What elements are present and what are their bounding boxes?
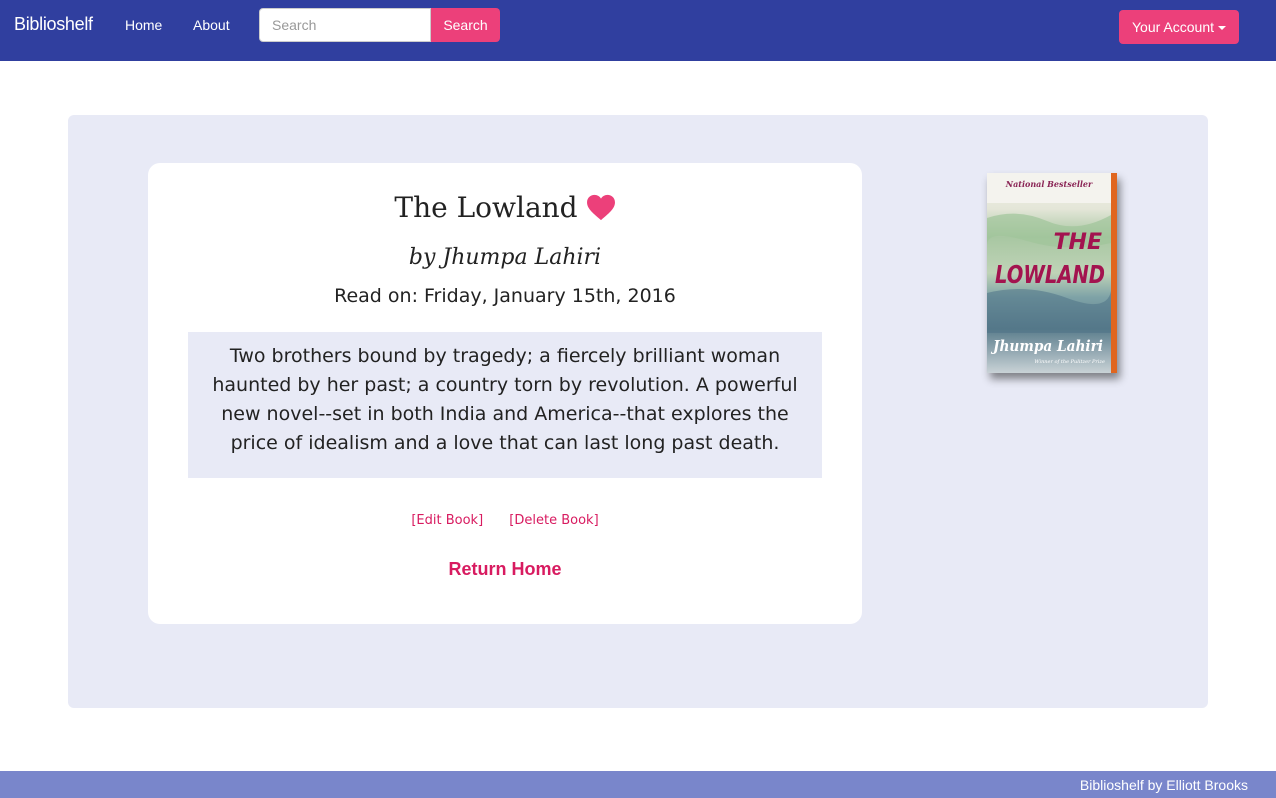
book-actions: [Edit Book] [Delete Book] [148, 513, 862, 528]
cover-title-line2: LOWLAND [995, 260, 1105, 289]
nav-about-link[interactable]: About [193, 17, 230, 33]
book-detail-panel: The Lowland by Jhumpa Lahiri Read on: Fr… [68, 115, 1208, 708]
footer: Biblioshelf by Elliott Brooks [0, 771, 1276, 798]
cover-top-text: National Bestseller [1005, 179, 1093, 189]
book-cover-image: National Bestseller THE LOWLAND Jhumpa L… [987, 173, 1117, 373]
book-description: Two brothers bound by tragedy; a fiercel… [188, 332, 822, 478]
account-dropdown-button[interactable]: Your Account [1119, 10, 1239, 44]
footer-credit: Biblioshelf by Elliott Brooks [1079, 777, 1248, 793]
heart-icon[interactable] [586, 194, 616, 221]
account-button-label: Your Account [1132, 19, 1214, 35]
book-card: The Lowland by Jhumpa Lahiri Read on: Fr… [148, 163, 862, 624]
search-input[interactable] [259, 8, 431, 42]
navbar: Biblioshelf Home About Search Your Accou… [0, 0, 1276, 61]
edit-book-link[interactable]: [Edit Book] [411, 513, 483, 528]
caret-down-icon [1218, 26, 1226, 30]
search-button[interactable]: Search [431, 8, 500, 42]
return-home-link[interactable]: Return Home [148, 559, 862, 580]
brand-link[interactable]: Biblioshelf [14, 14, 93, 35]
cover-subtitle: Winner of the Pulitzer Prize [1034, 359, 1105, 365]
book-author: by Jhumpa Lahiri [408, 245, 602, 270]
read-on-date: Read on: Friday, January 15th, 2016 [334, 285, 676, 307]
cover-title-line1: THE [1054, 230, 1102, 255]
delete-book-link[interactable]: [Delete Book] [509, 513, 598, 528]
cover-author: Jhumpa Lahiri [990, 337, 1103, 355]
book-title: The Lowland [394, 191, 578, 224]
nav-home-link[interactable]: Home [125, 17, 162, 33]
book-title-row: The Lowland [148, 191, 862, 224]
